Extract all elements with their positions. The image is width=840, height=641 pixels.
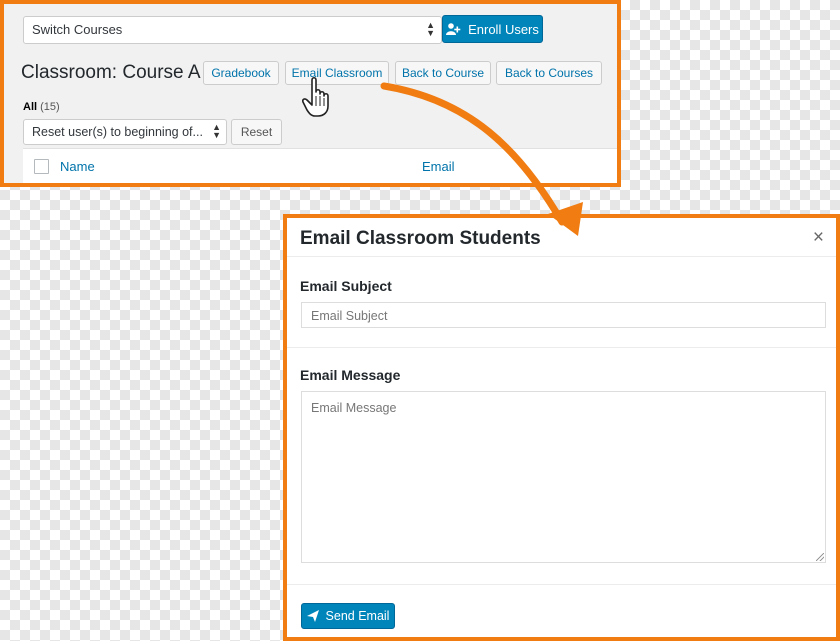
enroll-users-button[interactable]: Enroll Users xyxy=(442,15,543,43)
email-message-textarea[interactable]: Email Message xyxy=(301,391,826,563)
switch-courses-label: Switch Courses xyxy=(32,22,123,37)
email-classroom-button[interactable]: Email Classroom xyxy=(285,61,389,85)
filter-all-link[interactable]: All (15) xyxy=(23,101,60,113)
modal-title: Email Classroom Students xyxy=(300,228,541,249)
divider xyxy=(287,584,836,585)
email-message-placeholder: Email Message xyxy=(311,401,397,415)
column-name[interactable]: Name xyxy=(60,159,95,174)
filter-all-label: All xyxy=(23,101,38,113)
back-to-courses-button[interactable]: Back to Courses xyxy=(496,61,602,85)
email-subject-placeholder: Email Subject xyxy=(311,309,388,323)
filter-all-count: (15) xyxy=(40,101,60,113)
back-to-course-button[interactable]: Back to Course xyxy=(395,61,491,85)
hand-pointer-icon xyxy=(302,76,329,117)
enroll-users-label: Enroll Users xyxy=(468,21,539,37)
select-arrows-icon: ▲ ▼ xyxy=(426,20,435,38)
select-arrows-icon: ▲ ▼ xyxy=(212,122,221,140)
email-modal: Email Classroom Students × Email Subject… xyxy=(283,214,840,641)
page-title: Classroom: Course A xyxy=(21,62,201,83)
close-icon[interactable]: × xyxy=(813,227,824,249)
table-header: Name Email xyxy=(23,148,617,183)
email-subject-label: Email Subject xyxy=(300,278,392,294)
reset-button[interactable]: Reset xyxy=(231,119,282,145)
send-icon xyxy=(306,610,319,622)
gradebook-button[interactable]: Gradebook xyxy=(203,61,279,85)
column-email[interactable]: Email xyxy=(422,159,455,174)
modal-header: Email Classroom Students × xyxy=(287,218,836,257)
select-all-checkbox[interactable] xyxy=(34,159,49,174)
resize-handle-icon[interactable] xyxy=(816,553,824,561)
email-subject-input[interactable]: Email Subject xyxy=(301,302,826,328)
email-message-label: Email Message xyxy=(300,367,401,383)
switch-courses-select[interactable]: Switch Courses ▲ ▼ xyxy=(23,16,442,44)
send-email-label: Send Email xyxy=(325,609,390,623)
divider xyxy=(287,347,836,348)
add-user-icon xyxy=(446,23,461,35)
bulk-action-select[interactable]: Reset user(s) to beginning of... ▲ ▼ xyxy=(23,119,227,145)
send-email-button[interactable]: Send Email xyxy=(301,603,395,629)
bulk-action-label: Reset user(s) to beginning of... xyxy=(32,125,203,139)
